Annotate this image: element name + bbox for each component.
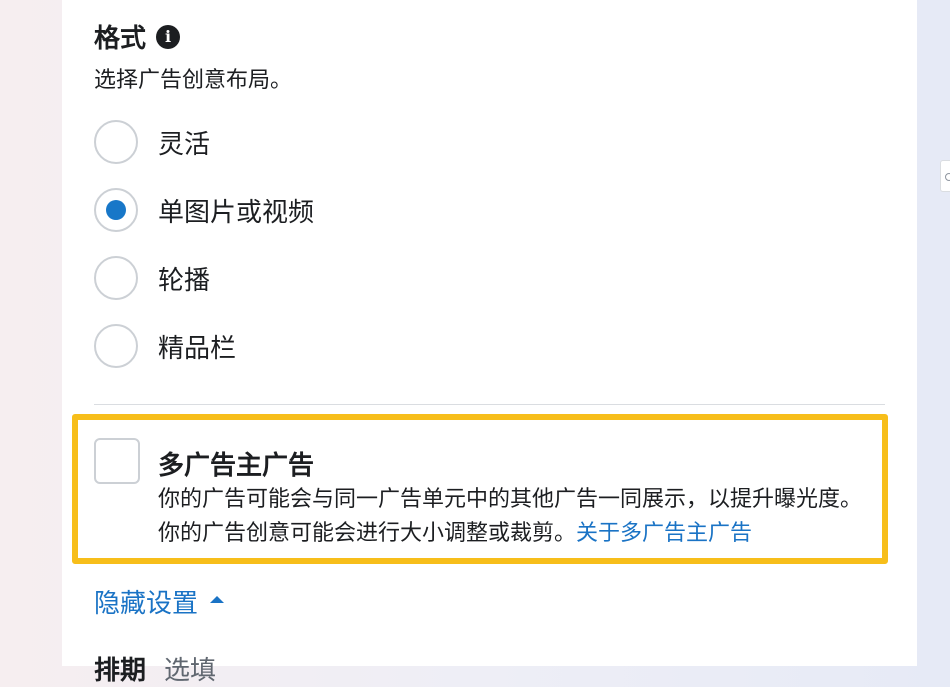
format-option-label: 轮播 [158,265,211,296]
multi-advertiser-checkbox[interactable] [94,438,140,484]
multi-advertiser-description-text: 你的广告可能会与同一广告单元中的其他广告一同展示，以提升曝光度。你的广告创意可能… [158,487,863,546]
format-option-flexible[interactable]: 灵活 [94,120,210,164]
hide-settings-label: 隐藏设置 [94,589,199,619]
format-option-label: 精品栏 [158,333,237,364]
optional-label: 选填 [164,656,217,686]
format-section-title: 格式 i [94,18,181,55]
hide-settings-link[interactable]: 隐藏设置 [94,583,225,620]
format-option-label: 灵活 [158,129,211,160]
radio-button[interactable] [94,120,138,164]
format-subtitle: 选择广告创意布局。 [94,68,293,93]
format-option-collection[interactable]: 精品栏 [94,324,236,368]
section-divider [94,404,885,405]
format-title: 格式 [94,24,147,54]
radio-button-selected[interactable] [94,188,138,232]
multi-advertiser-description: 你的广告可能会与同一广告单元中的其他广告一同展示，以提升曝光度。你的广告创意可能… [158,483,880,551]
collapse-side-tab[interactable] [940,160,950,192]
radio-button[interactable] [94,324,138,368]
multi-advertiser-learn-more-link[interactable]: 关于多广告主广告 [576,521,752,546]
format-option-single-image-video[interactable]: 单图片或视频 [94,188,314,232]
format-option-label: 单图片或视频 [158,197,315,228]
format-option-carousel[interactable]: 轮播 [94,256,210,300]
schedule-title: 排期 [94,656,147,686]
radio-button[interactable] [94,256,138,300]
info-icon[interactable]: i [156,24,181,49]
schedule-section-title: 排期 选填 [94,650,216,687]
caret-up-icon [210,596,225,603]
circle-icon [945,173,950,181]
multi-advertiser-title: 多广告主广告 [158,451,315,481]
